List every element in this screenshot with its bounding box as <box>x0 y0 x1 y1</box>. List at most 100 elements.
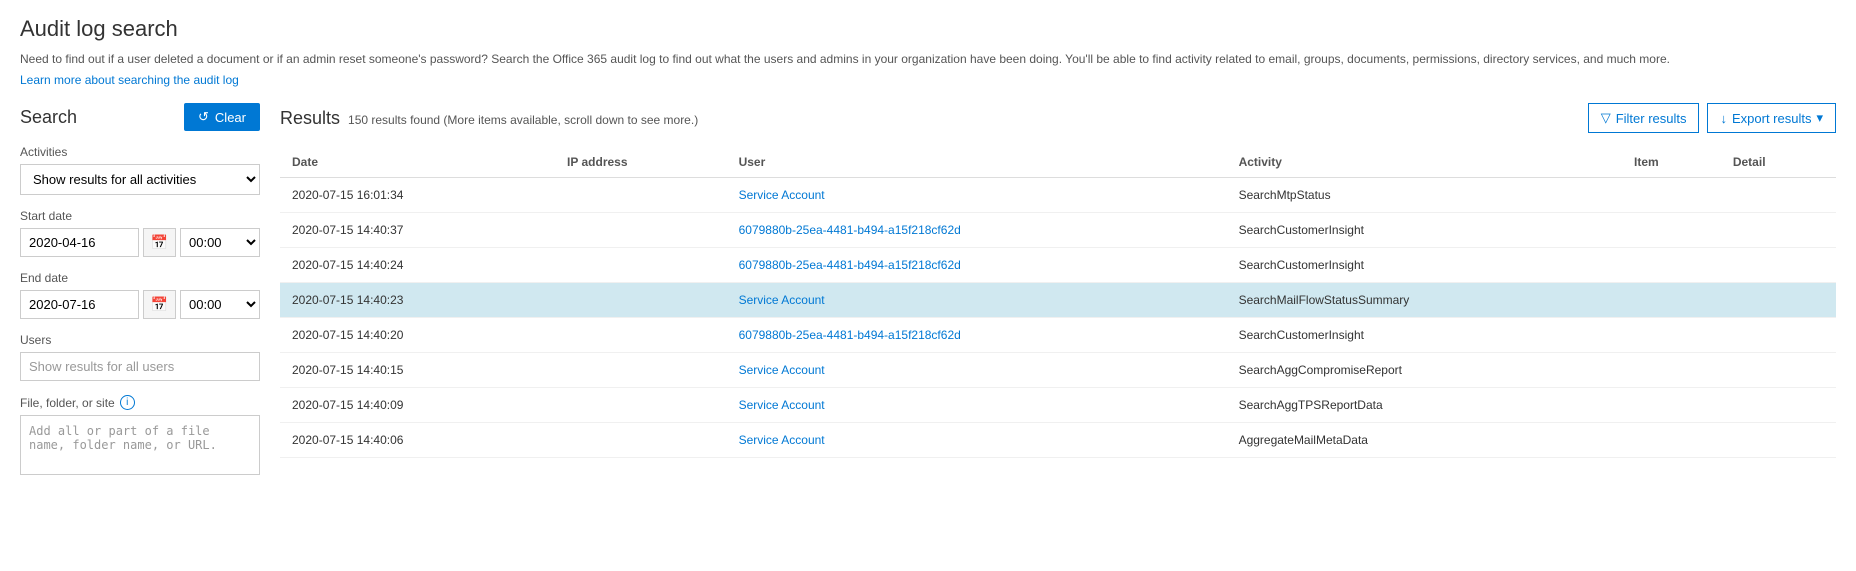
table-row[interactable]: 2020-07-15 14:40:24 6079880b-25ea-4481-b4… <box>280 248 1836 283</box>
table-wrapper: DateIP addressUserActivityItemDetail 202… <box>280 147 1836 458</box>
date-cell: 2020-07-15 16:01:34 <box>280 178 555 213</box>
item-cell <box>1622 248 1721 283</box>
end-date-row: 📅 00:00 <box>20 290 260 319</box>
filter-results-button[interactable]: ▽ Filter results <box>1588 103 1700 133</box>
start-date-calendar-button[interactable]: 📅 <box>143 228 176 257</box>
detail-cell <box>1721 213 1836 248</box>
results-table: DateIP addressUserActivityItemDetail 202… <box>280 147 1836 458</box>
table-row[interactable]: 2020-07-15 14:40:09Service AccountSearch… <box>280 388 1836 423</box>
activity-cell: SearchCustomerInsight <box>1227 248 1622 283</box>
detail-cell <box>1721 388 1836 423</box>
start-date-input[interactable] <box>20 228 139 257</box>
results-count: 150 results found (More items available,… <box>348 113 698 127</box>
detail-cell <box>1721 248 1836 283</box>
file-label: File, folder, or site <box>20 396 115 410</box>
detail-cell <box>1721 423 1836 458</box>
search-header: Search ↺ Clear <box>20 103 260 131</box>
users-group: Users <box>20 333 260 381</box>
item-cell <box>1622 423 1721 458</box>
user-link[interactable]: Service Account <box>739 433 825 447</box>
column-header-item: Item <box>1622 147 1721 178</box>
item-cell <box>1622 178 1721 213</box>
table-header-row: DateIP addressUserActivityItemDetail <box>280 147 1836 178</box>
results-content: Results 150 results found (More items av… <box>280 103 1836 492</box>
table-header: DateIP addressUserActivityItemDetail <box>280 147 1836 178</box>
activity-cell: SearchCustomerInsight <box>1227 213 1622 248</box>
start-date-row: 📅 00:00 <box>20 228 260 257</box>
activities-select[interactable]: Show results for all activities <box>20 164 260 195</box>
clear-button[interactable]: ↺ Clear <box>184 103 260 131</box>
column-header-detail: Detail <box>1721 147 1836 178</box>
activity-cell: AggregateMailMetaData <box>1227 423 1622 458</box>
date-cell: 2020-07-15 14:40:06 <box>280 423 555 458</box>
date-cell: 2020-07-15 14:40:15 <box>280 353 555 388</box>
learn-more-link[interactable]: Learn more about searching the audit log <box>20 73 239 87</box>
download-icon: ↓ <box>1720 111 1727 126</box>
clear-button-label: Clear <box>215 110 246 125</box>
user-link[interactable]: 6079880b-25ea-4481-b494-a15f218cf62d <box>739 258 961 272</box>
ip-cell <box>555 178 727 213</box>
user-link[interactable]: 6079880b-25ea-4481-b494-a15f218cf62d <box>739 223 961 237</box>
users-label: Users <box>20 333 260 347</box>
end-date-group: End date 📅 00:00 <box>20 271 260 319</box>
info-icon[interactable]: i <box>120 395 135 410</box>
date-cell: 2020-07-15 14:40:24 <box>280 248 555 283</box>
export-results-button[interactable]: ↓ Export results ▾ <box>1707 103 1836 133</box>
refresh-icon: ↺ <box>198 109 209 125</box>
end-date-input[interactable] <box>20 290 139 319</box>
table-row[interactable]: 2020-07-15 14:40:20 6079880b-25ea-4481-b4… <box>280 318 1836 353</box>
detail-cell <box>1721 318 1836 353</box>
end-time-select[interactable]: 00:00 <box>180 290 260 319</box>
user-link[interactable]: Service Account <box>739 363 825 377</box>
table-row[interactable]: 2020-07-15 14:40:23Service AccountSearch… <box>280 283 1836 318</box>
action-buttons: ▽ Filter results ↓ Export results ▾ <box>1588 103 1836 133</box>
date-cell: 2020-07-15 14:40:20 <box>280 318 555 353</box>
item-cell <box>1622 353 1721 388</box>
activity-cell: SearchCustomerInsight <box>1227 318 1622 353</box>
user-link[interactable]: Service Account <box>739 398 825 412</box>
user-link[interactable]: Service Account <box>739 188 825 202</box>
search-title: Search <box>20 107 77 128</box>
page-description: Need to find out if a user deleted a doc… <box>20 50 1836 68</box>
table-row[interactable]: 2020-07-15 16:01:34 Service Account Search… <box>280 178 1836 213</box>
activity-cell: SearchAggTPSReportData <box>1227 388 1622 423</box>
activity-cell: SearchMailFlowStatusSummary <box>1227 283 1622 318</box>
activity-cell: SearchAggCompromiseReport <box>1227 353 1622 388</box>
end-date-label: End date <box>20 271 260 285</box>
filter-icon: ▽ <box>1601 110 1611 126</box>
ip-cell <box>555 248 727 283</box>
users-input[interactable] <box>20 352 260 381</box>
detail-cell <box>1721 353 1836 388</box>
ip-cell <box>555 353 727 388</box>
column-header-date: Date <box>280 147 555 178</box>
export-results-label: Export results <box>1732 111 1811 126</box>
activities-label: Activities <box>20 145 260 159</box>
user-link[interactable]: Service Account <box>739 293 825 307</box>
table-row[interactable]: 2020-07-15 14:40:15 Service Account Search… <box>280 353 1836 388</box>
file-textarea[interactable] <box>20 415 260 475</box>
ip-cell <box>555 318 727 353</box>
main-layout: Search ↺ Clear Activities Show results f… <box>20 103 1836 492</box>
sidebar: Search ↺ Clear Activities Show results f… <box>20 103 280 492</box>
table-row[interactable]: 2020-07-15 14:40:37 6079880b-25ea-4481-b4… <box>280 213 1836 248</box>
ip-cell <box>555 283 727 318</box>
item-cell <box>1622 213 1721 248</box>
page-title: Audit log search <box>20 16 1836 42</box>
activities-group: Activities Show results for all activiti… <box>20 145 260 195</box>
ip-cell <box>555 423 727 458</box>
start-time-select[interactable]: 00:00 <box>180 228 260 257</box>
file-group: File, folder, or site i <box>20 395 260 478</box>
detail-cell <box>1721 178 1836 213</box>
ip-cell <box>555 213 727 248</box>
column-header-user: User <box>727 147 1227 178</box>
item-cell <box>1622 318 1721 353</box>
date-cell: 2020-07-15 14:40:37 <box>280 213 555 248</box>
activity-cell: SearchMtpStatus <box>1227 178 1622 213</box>
start-date-label: Start date <box>20 209 260 223</box>
column-header-activity: Activity <box>1227 147 1622 178</box>
user-link[interactable]: 6079880b-25ea-4481-b494-a15f218cf62d <box>739 328 961 342</box>
end-date-calendar-button[interactable]: 📅 <box>143 290 176 319</box>
table-row[interactable]: 2020-07-15 14:40:06 Service Account Aggreg… <box>280 423 1836 458</box>
detail-cell <box>1721 283 1836 318</box>
column-header-ip-address: IP address <box>555 147 727 178</box>
